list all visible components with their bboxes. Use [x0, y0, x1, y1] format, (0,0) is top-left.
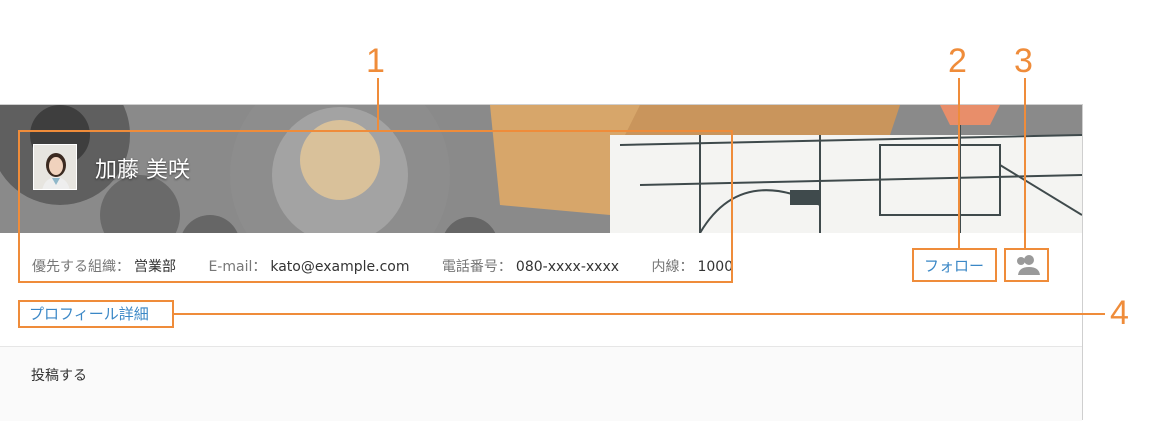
- leader-line-1: [377, 78, 379, 131]
- leader-line-4: [173, 313, 1105, 315]
- post-button[interactable]: 投稿する: [31, 365, 87, 385]
- callout-number-3: 3: [1014, 42, 1033, 80]
- leader-line-2: [958, 78, 960, 249]
- callout-number-4: 4: [1110, 294, 1129, 332]
- leader-line-3: [1024, 78, 1026, 249]
- post-area[interactable]: [0, 347, 1082, 421]
- callout-number-2: 2: [948, 42, 967, 80]
- callout-number-1: 1: [366, 42, 385, 80]
- callout-box-2: [912, 248, 997, 282]
- callout-box-3: [1004, 248, 1049, 282]
- callout-box-4: [18, 300, 174, 328]
- callout-box-1: [18, 130, 733, 283]
